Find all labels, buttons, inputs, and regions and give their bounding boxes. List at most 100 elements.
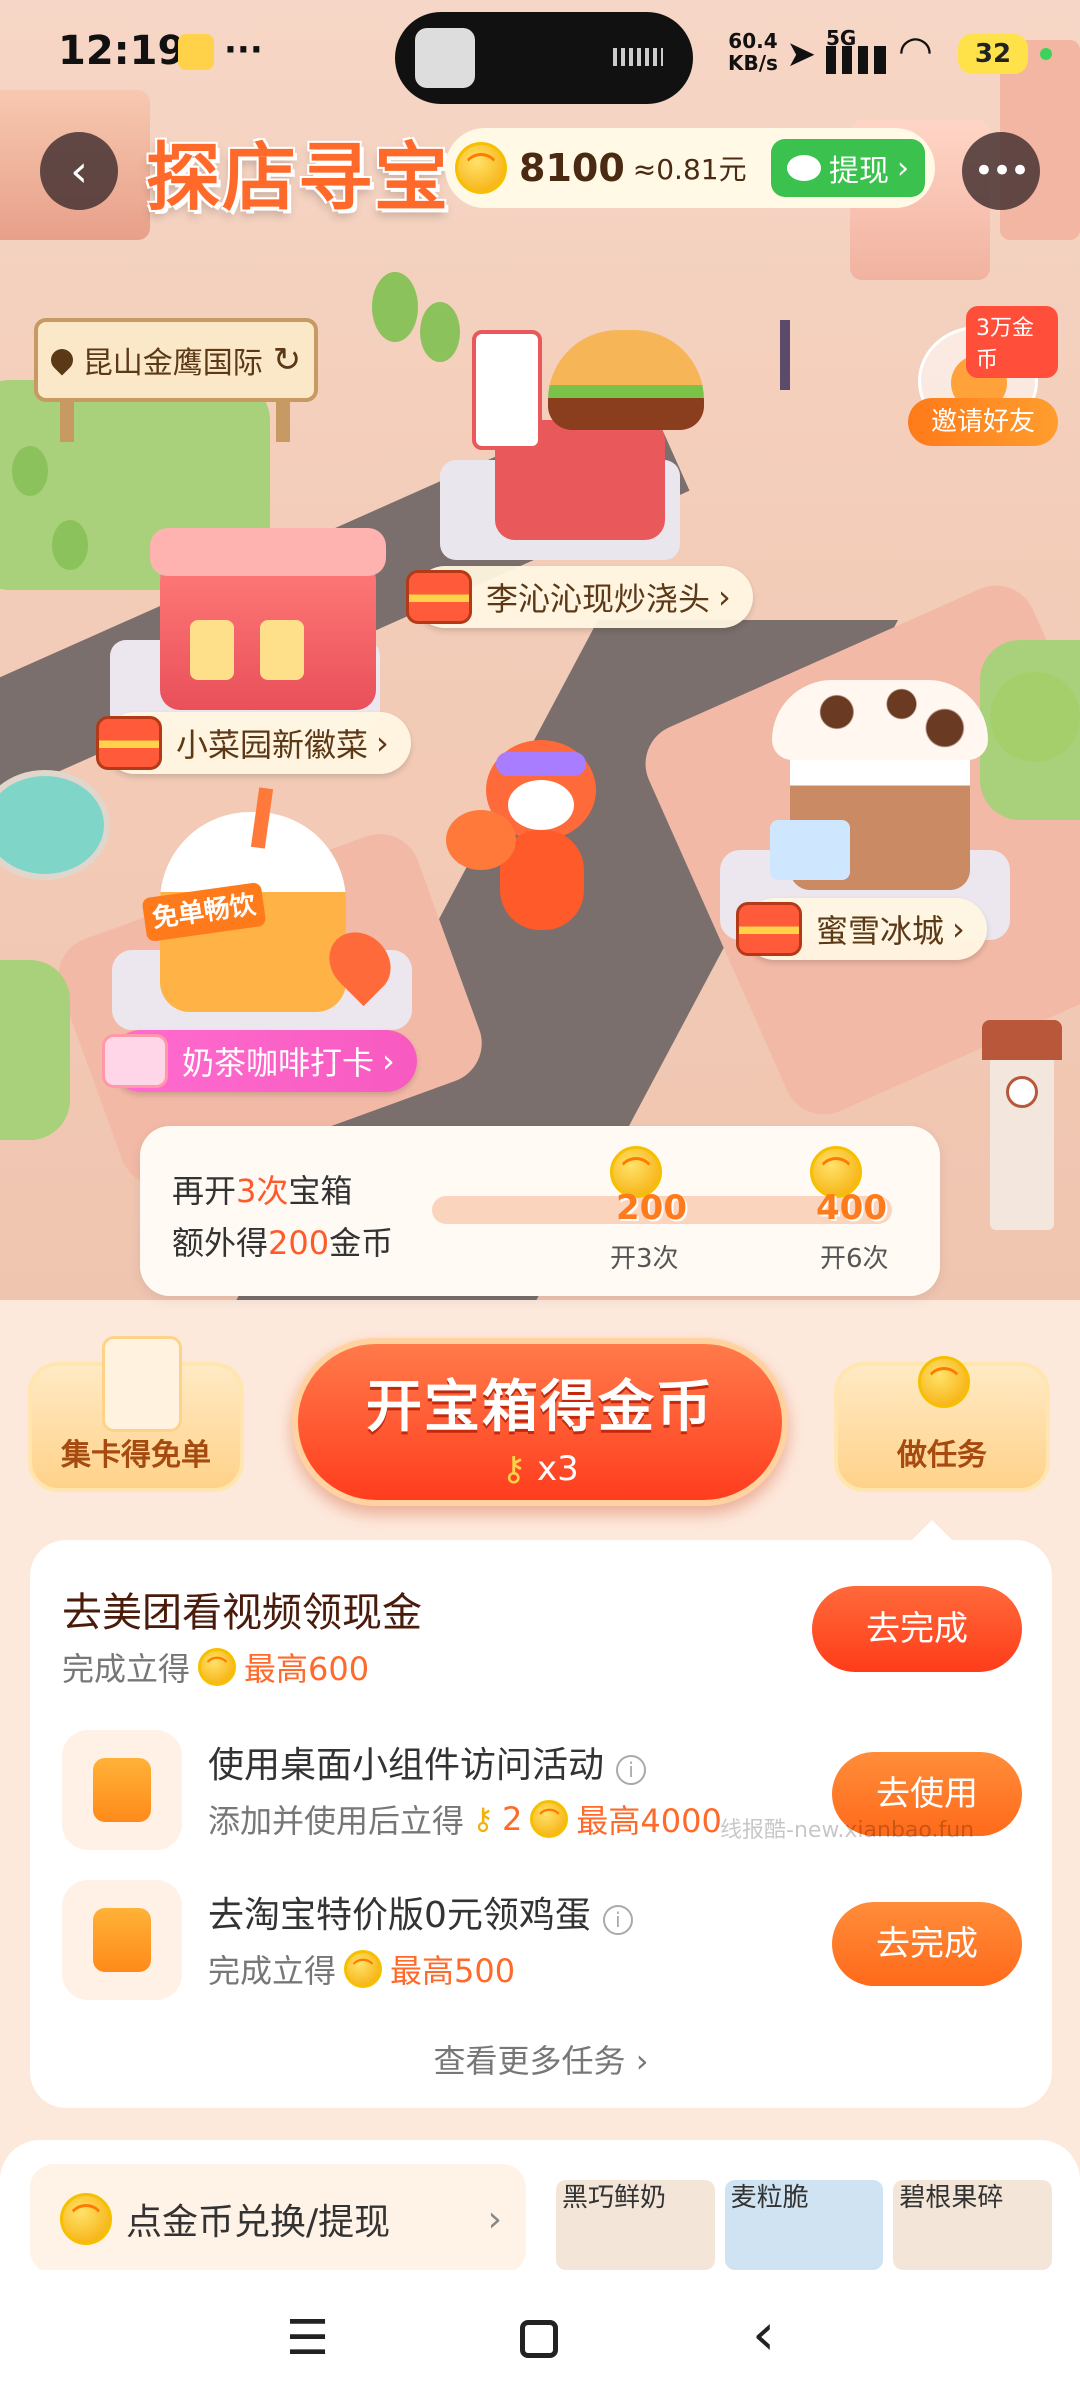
lamp-post — [780, 320, 790, 390]
task-item-name: 使用桌面小组件访问活动 i — [208, 1736, 647, 1788]
more-notifications-icon: ··· — [224, 30, 263, 70]
product-card[interactable]: 碧根果碎 — [893, 2180, 1053, 2270]
privacy-dot — [1040, 48, 1052, 60]
milestone-coins: 200 — [616, 1188, 687, 1228]
chevron-right-icon: › — [897, 150, 909, 186]
chevron-right-icon: › — [376, 724, 389, 762]
task-item-name: 去淘宝特价版0元领鸡蛋 i — [208, 1886, 633, 1938]
chevron-left-icon: ‹ — [70, 145, 88, 197]
info-icon[interactable]: i — [602, 1905, 633, 1935]
menu-icon[interactable]: ☰ — [286, 2310, 329, 2366]
product-card[interactable]: 麦粒脆 — [724, 2180, 884, 2270]
battery-icon: 32 — [958, 34, 1028, 74]
milestone-coins: 400 — [816, 1188, 887, 1228]
icecream-icon — [772, 680, 988, 760]
milestone-label: 开3次 — [610, 1244, 679, 1274]
tree — [420, 302, 460, 362]
collect-cards-button[interactable]: 集卡得免单 — [28, 1336, 244, 1492]
key-icon: ⚷ — [501, 1449, 537, 1489]
audio-wave-icon — [613, 48, 663, 66]
ice-cubes — [770, 820, 850, 880]
location-arrow-icon: ➤ — [786, 34, 817, 75]
cup-icon — [472, 330, 542, 450]
shop-label-xiaocaiyuan[interactable]: 小菜园新徽菜 › — [96, 712, 411, 774]
progress-line1: 再开3次宝箱 — [172, 1172, 353, 1210]
back-icon[interactable]: ‹ — [752, 2300, 775, 2368]
tree — [990, 672, 1080, 762]
wechat-icon — [787, 155, 821, 181]
system-nav-bar: ☰ ‹ — [0, 2270, 1080, 2400]
coin-balance: 8100 — [519, 146, 625, 190]
red-panda-mascot — [446, 740, 616, 940]
status-time: 12:19 — [58, 28, 186, 74]
treasure-chest-icon — [736, 902, 802, 956]
tree — [52, 520, 88, 570]
home-icon[interactable] — [520, 2320, 558, 2358]
location-sign[interactable]: 昆山金鹰国际 ↻ — [34, 318, 318, 402]
key-count: ⚷ x3 — [501, 1449, 579, 1489]
clock-icon — [1006, 1076, 1038, 1108]
task-item-button[interactable]: 去完成 — [832, 1902, 1022, 1986]
more-dots-icon: ••• — [973, 151, 1030, 191]
do-tasks-button[interactable]: ⌒ 做任务 — [834, 1356, 1050, 1492]
shop-name: 小菜园新徽菜 — [176, 726, 369, 764]
chevron-right-icon: › — [952, 910, 965, 948]
coin-icon: ⌒ — [344, 1950, 383, 1988]
grass — [0, 960, 70, 1140]
chevron-right-icon: › — [382, 1042, 395, 1080]
more-tasks-link[interactable]: 查看更多任务 › — [30, 2036, 1052, 2082]
coin-key-icon: ⌒ — [918, 1356, 970, 1408]
net-speed: 60.4 KB/s — [728, 29, 778, 75]
treasure-chest-icon — [96, 716, 162, 770]
coin-balance-bar: ⌒ 8100 ≈0.81元 提现 › — [445, 128, 935, 208]
exchange-label: 点金币兑换/提现 — [126, 2202, 391, 2243]
status-bar: 12:19 ··· 60.4 KB/s ➤ 5G ◠ 32 — [0, 0, 1080, 110]
withdraw-label: 提现 — [829, 154, 889, 189]
info-icon[interactable]: i — [616, 1755, 647, 1785]
withdraw-button[interactable]: 提现 › — [771, 139, 925, 197]
app-notification-icon — [178, 34, 214, 70]
open-chest-label: 开宝箱得金币 — [366, 1375, 714, 1440]
more-options-button[interactable]: ••• — [962, 132, 1040, 210]
coin-value: ≈0.81元 — [632, 153, 747, 186]
product-strip: 黑巧鲜奶 麦粒脆 碧根果碎 — [556, 2180, 1053, 2270]
album-art — [415, 28, 475, 88]
location-pin-icon — [46, 344, 78, 376]
task-item-sub: 完成立得 ⌒ 最高500 — [208, 1950, 516, 1990]
shop-name: 李沁沁现炒浇头 — [486, 580, 711, 618]
shop-label-milktea[interactable]: 奶茶咖啡打卡 › — [102, 1030, 417, 1092]
progress-line2: 额外得200金币 — [172, 1224, 394, 1262]
action-row: 集卡得免单 开宝箱得金币 ⚷ x3 ⌒ 做任务 — [0, 1300, 1080, 1542]
invite-friends-button[interactable]: 3万金币 邀请好友 — [908, 306, 1058, 446]
coin-icon: ⌒ — [198, 1648, 237, 1686]
coin-icon: ⌒ — [455, 142, 507, 194]
wifi-icon: ◠ — [898, 28, 933, 74]
coin-icon: ⌒ — [530, 1800, 569, 1838]
product-card[interactable]: 黑巧鲜奶 — [556, 2180, 715, 2270]
back-button[interactable]: ‹ — [40, 132, 118, 210]
chevron-right-icon: › — [487, 2198, 502, 2240]
window — [260, 620, 304, 680]
shop-name: 奶茶咖啡打卡 — [182, 1044, 375, 1082]
chevron-right-icon: › — [718, 578, 731, 616]
tree — [372, 272, 418, 342]
shop-label-liqinqin[interactable]: 李沁沁现炒浇头 › — [406, 566, 753, 628]
invite-label: 邀请好友 — [908, 398, 1058, 446]
exchange-coins-button[interactable]: ⌒ 点金币兑换/提现 › — [30, 2164, 526, 2274]
task-main-sub: 完成立得 ⌒ 最高600 — [62, 1648, 370, 1688]
open-chest-button[interactable]: 开宝箱得金币 ⚷ x3 — [292, 1338, 788, 1506]
key-icon: ⚷ — [472, 1801, 494, 1837]
burger-icon — [548, 330, 704, 430]
shop-label-mixue[interactable]: 蜜雪冰城 › — [736, 898, 987, 960]
sign-post — [60, 402, 74, 442]
task-main-button[interactable]: 去完成 — [812, 1586, 1022, 1672]
treasure-chest-icon — [406, 570, 472, 624]
do-tasks-label: 做任务 — [897, 1438, 987, 1473]
shop-name: 蜜雪冰城 — [816, 912, 945, 950]
collect-cards-label: 集卡得免单 — [61, 1438, 211, 1473]
red-envelope-icon — [102, 1034, 168, 1088]
page-title: 探店寻宝 — [146, 135, 450, 221]
pond — [0, 770, 110, 880]
task-main-title: 去美团看视频领现金 — [62, 1590, 422, 1636]
clock-tower-roof — [982, 1020, 1062, 1060]
